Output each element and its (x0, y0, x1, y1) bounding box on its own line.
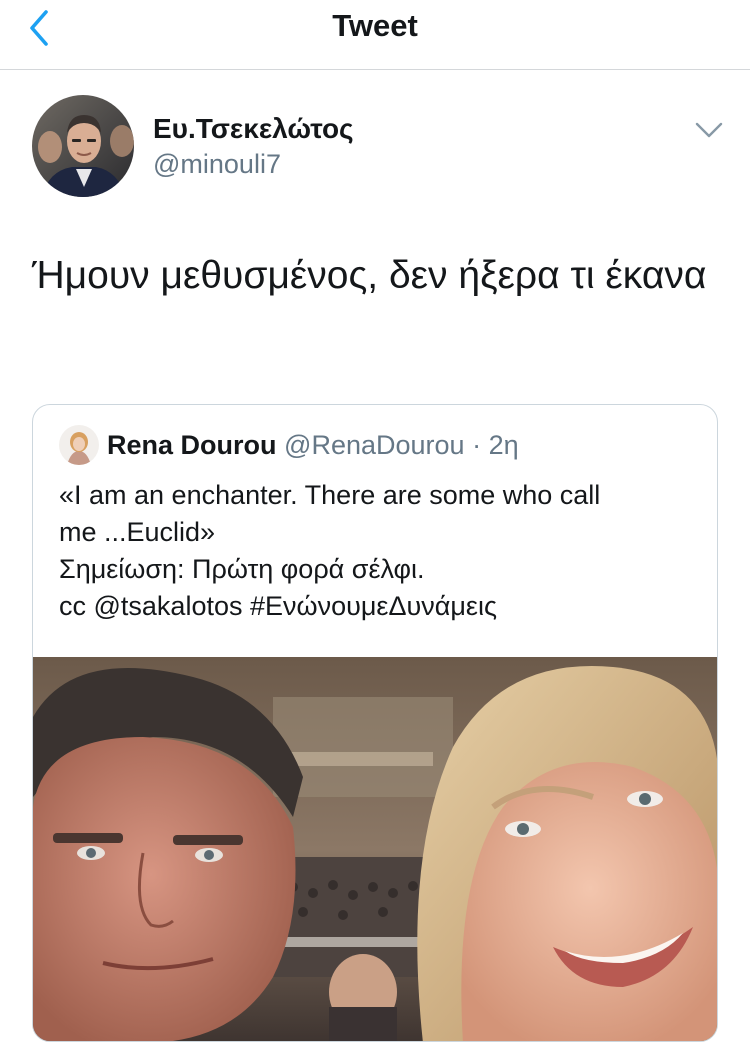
quoted-author-handle: @RenaDourou (284, 430, 465, 460)
quoted-tweet-time: 2η (488, 430, 519, 460)
page-title: Tweet (332, 8, 418, 43)
meta-separator: · (472, 430, 482, 460)
selfie-photo (33, 657, 717, 1041)
tweet-header: Ευ.Τσεκελώτος @minouli7 (0, 70, 750, 210)
quoted-tweet-photo[interactable] (33, 657, 717, 1041)
avatar[interactable] (32, 95, 134, 197)
quoted-author-avatar (59, 425, 99, 465)
quoted-tweet-header: Rena Dourou @RenaDourou · 2η (107, 429, 519, 461)
quoted-tweet-text: «I am an enchanter. There are some who c… (59, 477, 699, 625)
author-display-name[interactable]: Ευ.Τσεκελώτος (153, 113, 354, 145)
tweet-menu-button[interactable] (693, 118, 725, 142)
avatar-image (32, 95, 134, 197)
tweet-text: Ήμουν μεθυσμένος, δεν ήξερα τι έκανα (32, 254, 707, 297)
chevron-down-icon (695, 122, 723, 138)
author-handle[interactable]: @minouli7 (153, 148, 281, 180)
quoted-text-line: «I am an enchanter. There are some who c… (59, 480, 601, 510)
navigation-bar: Tweet (0, 0, 750, 70)
quoted-author-name: Rena Dourou (107, 430, 277, 460)
quoted-text-line: cc @tsakalotos #ΕνώνουμεΔυνάμεις (59, 591, 497, 621)
quoted-text-line: Σημείωση: Πρώτη φορά σέλφι. (59, 554, 425, 584)
quoted-avatar-image (59, 425, 99, 465)
quoted-tweet-card[interactable]: Rena Dourou @RenaDourou · 2η «I am an en… (32, 404, 718, 1042)
quoted-text-line: me ...Euclid» (59, 517, 216, 547)
